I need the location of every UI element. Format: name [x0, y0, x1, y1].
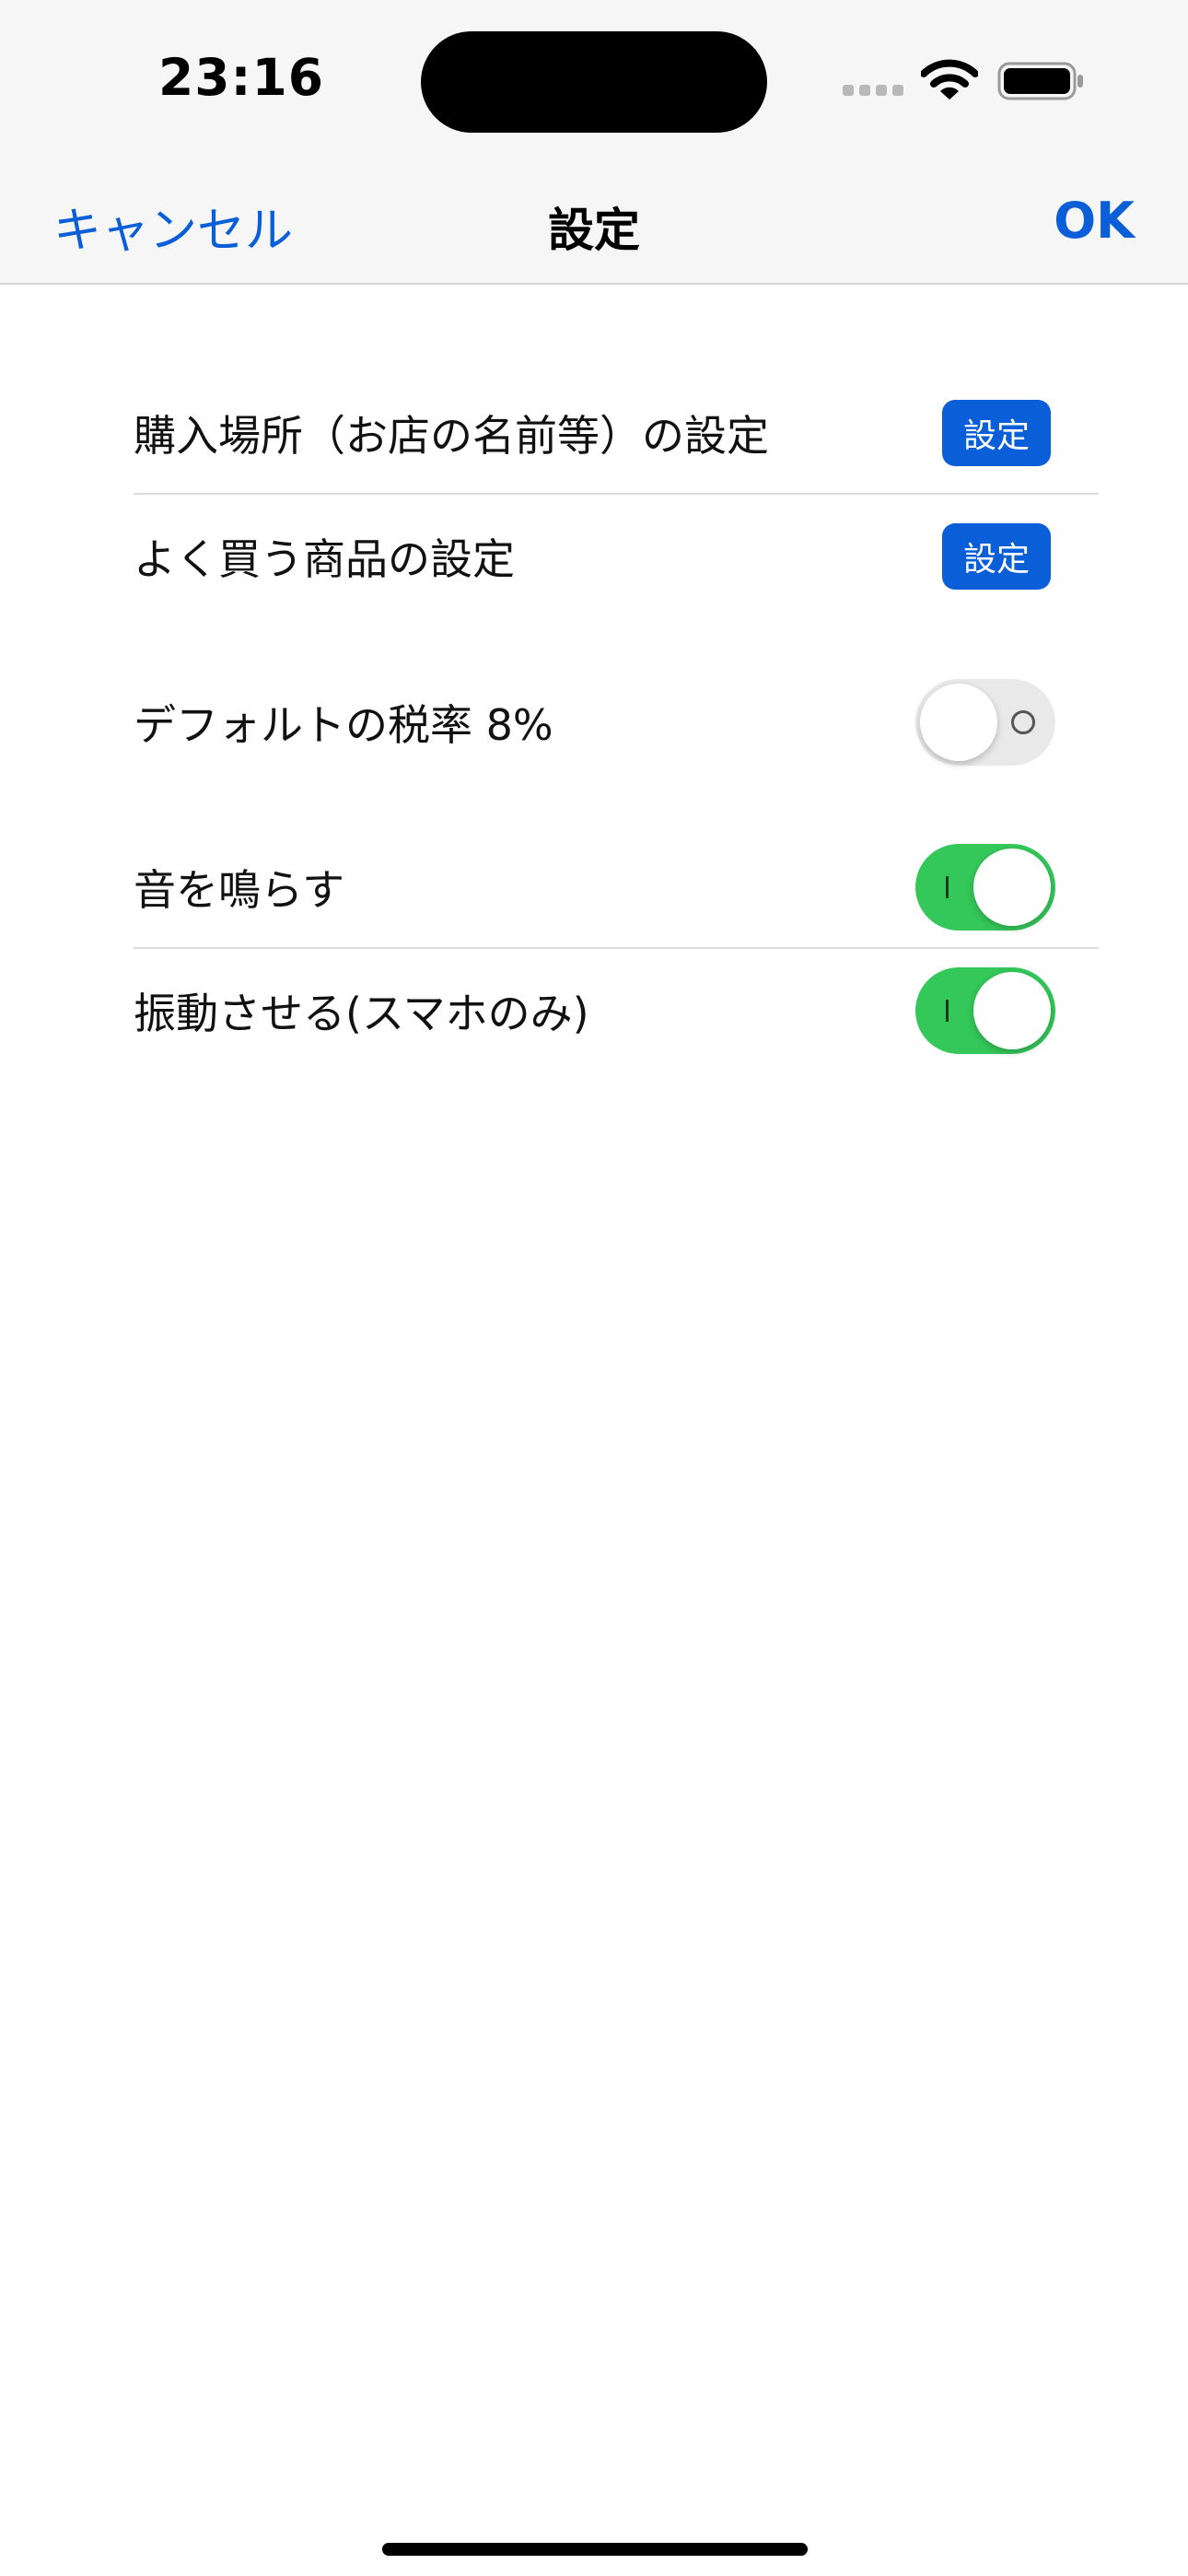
status-time: 23:16	[158, 48, 325, 107]
cellular-signal-icon	[843, 85, 907, 98]
toggle-on-icon	[946, 876, 949, 898]
page-title: 設定	[548, 204, 640, 257]
tax-rate-label: デフォルトの税率 8%	[134, 700, 553, 750]
product-setting-label: よく買う商品の設定	[134, 534, 515, 584]
toggle-knob	[920, 684, 997, 761]
vibrate-toggle[interactable]	[915, 967, 1055, 1054]
toggle-on-icon	[946, 1000, 949, 1022]
product-setting-row: よく買う商品の設定 設定	[134, 496, 1099, 617]
vibrate-row: 振動させる(スマホのみ)	[134, 950, 1099, 1071]
settings-screen: 23:16 キャンセル 設定 OK 購入場所（お店の名前等）の設定 設定 よく買…	[0, 0, 1188, 2576]
battery-icon	[997, 62, 1083, 100]
ok-button[interactable]: OK	[1054, 192, 1135, 250]
toggle-knob	[973, 849, 1051, 926]
store-setting-button[interactable]: 設定	[942, 400, 1051, 466]
product-setting-button[interactable]: 設定	[942, 523, 1051, 590]
store-setting-label: 購入場所（お店の名前等）の設定	[134, 411, 769, 461]
sound-toggle[interactable]	[915, 844, 1055, 931]
tax-rate-toggle[interactable]	[915, 679, 1055, 766]
sound-row: 音を鳴らす	[134, 826, 1099, 949]
sound-label: 音を鳴らす	[134, 865, 345, 915]
home-indicator[interactable]	[382, 2543, 808, 2556]
toggle-off-icon	[1011, 710, 1035, 734]
top-bar: 23:16 キャンセル 設定 OK	[0, 0, 1188, 285]
tax-rate-row: デフォルトの税率 8%	[134, 662, 1099, 783]
wifi-icon	[921, 59, 978, 100]
vibrate-label: 振動させる(スマホのみ)	[134, 989, 589, 1038]
store-setting-row: 購入場所（お店の名前等）の設定 設定	[134, 372, 1099, 495]
toggle-knob	[973, 972, 1051, 1049]
dynamic-island	[421, 31, 767, 133]
